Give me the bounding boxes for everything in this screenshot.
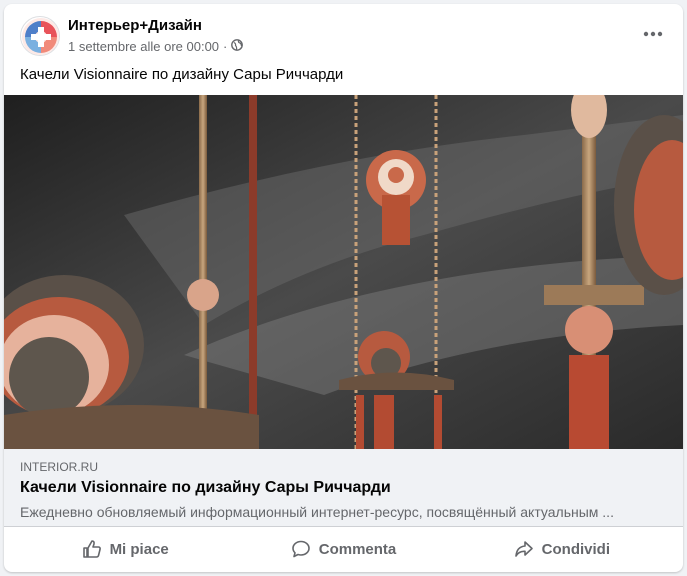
share-button[interactable]: Condividi <box>453 531 671 567</box>
link-preview-image[interactable] <box>4 82 683 449</box>
link-title[interactable]: Качели Visionnaire по дизайну Сары Ричча… <box>20 479 391 497</box>
post-actions-bar: Mi piace Commenta Condividi <box>16 527 671 571</box>
more-options-icon <box>643 31 663 37</box>
comment-label: Commenta <box>318 540 397 558</box>
link-description: Ежедневно обновляемый информационный инт… <box>20 504 614 520</box>
meta-separator: · <box>223 39 228 54</box>
link-domain: INTERIOR.RU <box>20 460 98 474</box>
page-avatar[interactable] <box>20 16 60 56</box>
post-timestamp[interactable]: 1 settembre alle ore 00:00 <box>68 39 219 54</box>
more-options-button[interactable] <box>635 20 671 48</box>
link-preview-info[interactable]: INTERIOR.RU Качели Visionnaire по дизайн… <box>4 449 683 527</box>
share-label: Condividi <box>541 540 610 558</box>
post-caption: Качели Visionnaire по дизайну Сары Ричча… <box>20 66 344 83</box>
thumbs-up-icon <box>82 540 101 558</box>
share-icon <box>514 541 533 557</box>
comment-icon <box>291 540 310 558</box>
post-header: Интерьер+Дизайн 1 settembre alle ore 00:… <box>4 4 683 64</box>
post-card: Интерьер+Дизайн 1 settembre alle ore 00:… <box>4 4 683 572</box>
like-button[interactable]: Mi piace <box>16 531 234 567</box>
like-label: Mi piace <box>109 540 169 558</box>
globe-icon[interactable] <box>231 39 244 54</box>
comment-button[interactable]: Commenta <box>234 531 452 567</box>
post-meta: 1 settembre alle ore 00:00 · <box>68 39 244 54</box>
page-name-link[interactable]: Интерьер+Дизайн <box>68 17 202 34</box>
